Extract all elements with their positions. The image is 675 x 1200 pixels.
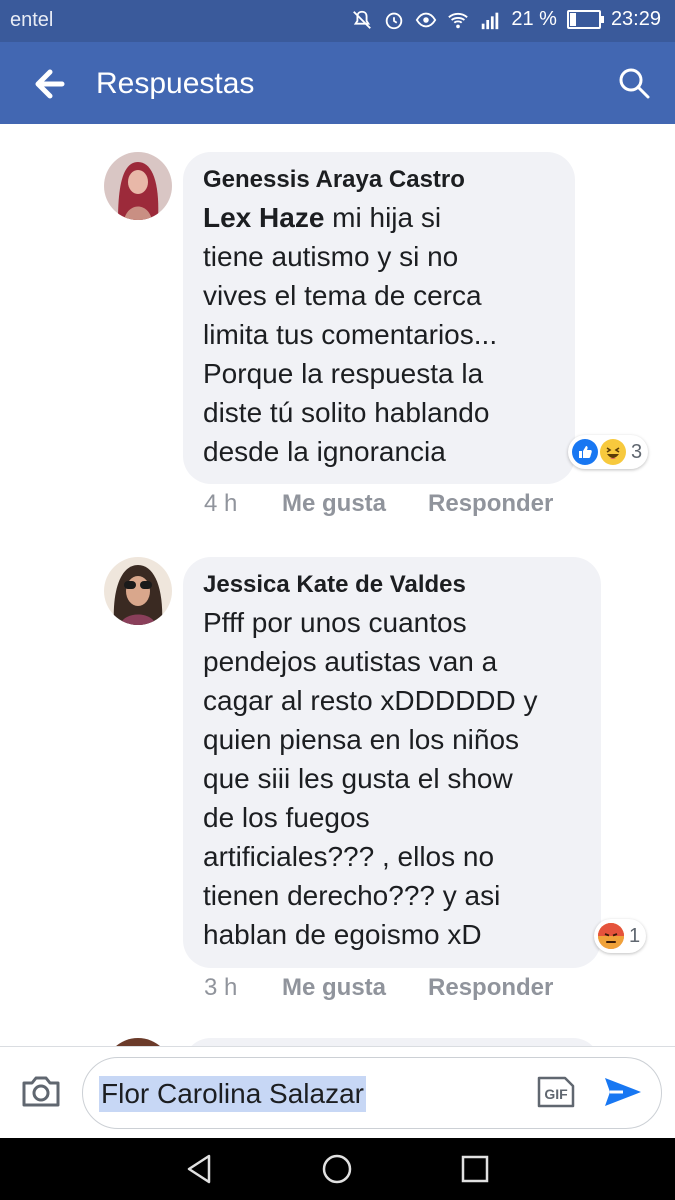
profile-photo-icon — [104, 557, 172, 625]
status-bar: entel 21 % 23:29 — [0, 0, 675, 42]
reply-button[interactable]: Responder — [428, 974, 553, 1002]
status-icons: 21 % 23:29 — [351, 8, 661, 31]
comment-line: tienen derecho??? y asi — [203, 880, 501, 911]
comment-line: artificiales??? , ellos no — [203, 841, 495, 872]
mute-icon — [353, 10, 372, 29]
comment-actions: 3 h Me gusta Responder — [204, 974, 595, 1002]
battery-percent: 21 % — [511, 8, 557, 30]
alarm-icon — [386, 12, 403, 29]
like-button[interactable]: Me gusta — [282, 974, 386, 1002]
battery-icon — [566, 10, 604, 29]
comment-line: hablan de egoismo xD — [203, 919, 482, 950]
search-icon[interactable] — [617, 66, 651, 100]
comment-line: Pfff por unos cuantos — [203, 607, 467, 638]
comment-bubble: Jessica Kate de Valdes Pfff por unos cua… — [183, 557, 601, 968]
reaction-count: 1 — [629, 924, 641, 947]
comment-input[interactable]: Flor Carolina Salazar GIF — [82, 1057, 662, 1129]
comment-line: cagar al resto xDDDDDD y — [203, 685, 538, 716]
comment-author[interactable]: Jessica Kate de Valdes — [203, 571, 581, 599]
comment-line: diste tú solito hablando — [203, 397, 490, 428]
comment-bubble: Genessis Araya Castro Lex Haze mi hija s… — [183, 152, 575, 484]
comment-line: que siii les gusta el show — [203, 763, 513, 794]
comment-time: 4 h — [204, 490, 238, 517]
profile-photo-icon — [104, 152, 172, 220]
reaction-summary[interactable]: 3 — [568, 435, 649, 469]
signal-icon — [482, 12, 499, 29]
like-icon — [572, 439, 598, 465]
comment-line: mi hija si — [324, 202, 442, 233]
comment-line: vives el tema de cerca — [203, 280, 482, 311]
comment-line: limita tus comentarios... — [203, 319, 498, 350]
reply-button[interactable]: Responder — [428, 490, 553, 518]
nav-recents-icon[interactable] — [458, 1152, 492, 1186]
profile-photo-icon — [104, 1038, 172, 1046]
reaction-summary[interactable]: 1 — [594, 919, 647, 953]
comment-bubble — [183, 1038, 601, 1046]
comment-line: Porque la respuesta la — [203, 358, 484, 389]
comment-composer: Flor Carolina Salazar GIF — [0, 1046, 675, 1139]
comment-input-value[interactable]: Flor Carolina Salazar — [99, 1076, 366, 1112]
reaction-count: 3 — [631, 440, 643, 463]
avatar[interactable] — [104, 557, 172, 625]
nav-home-icon[interactable] — [320, 1152, 354, 1186]
page-title: Respuestas — [96, 67, 255, 100]
gif-icon[interactable]: GIF — [535, 1074, 577, 1110]
comment-line: de los fuegos — [203, 802, 370, 833]
android-nav-bar — [0, 1138, 675, 1200]
wifi-icon — [448, 12, 469, 28]
app-header: Respuestas — [0, 42, 675, 124]
send-icon[interactable] — [603, 1074, 643, 1110]
comment-actions: 4 h Me gusta Responder — [204, 490, 595, 518]
comment-line: pendejos autistas van a — [203, 646, 498, 677]
comment-line: tiene autismo y si no — [203, 241, 459, 272]
haha-icon — [600, 439, 626, 465]
comment-time: 3 h — [204, 974, 238, 1001]
comment-line: quien piensa en los niños — [203, 724, 520, 755]
comment-thread: Genessis Araya Castro Lex Haze mi hija s… — [0, 124, 675, 1046]
comment-line: desde la ignorancia — [203, 436, 446, 467]
comment-author[interactable]: Genessis Araya Castro — [203, 166, 555, 194]
nav-back-icon[interactable] — [183, 1152, 217, 1186]
avatar[interactable] — [104, 1038, 172, 1046]
carrier-name: entel — [10, 9, 54, 31]
eye-icon — [416, 12, 437, 27]
comment-text: Lex Haze mi hija si tiene autismo y si no… — [203, 198, 555, 471]
like-button[interactable]: Me gusta — [282, 490, 386, 518]
comment-text: Pfff por unos cuantos pendejos autistas v… — [203, 603, 581, 954]
clock: 23:29 — [610, 8, 661, 30]
camera-icon[interactable] — [20, 1073, 62, 1109]
avatar[interactable] — [104, 152, 172, 220]
gif-label: GIF — [544, 1086, 568, 1102]
back-arrow-icon[interactable] — [28, 64, 68, 104]
mention-link[interactable]: Lex Haze — [203, 202, 324, 233]
angry-icon — [598, 923, 624, 949]
